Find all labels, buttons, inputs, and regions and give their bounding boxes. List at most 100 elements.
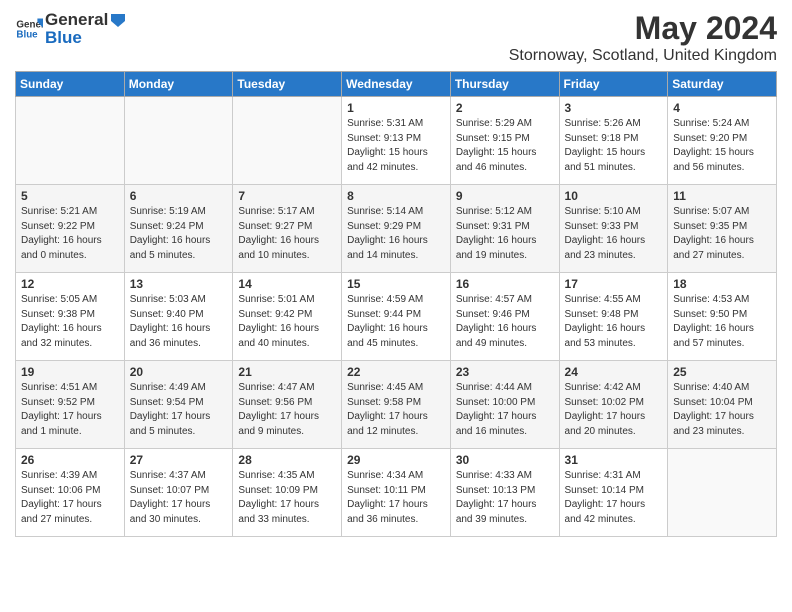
- day-number: 27: [130, 453, 228, 467]
- day-detail: Sunrise: 4:44 AM Sunset: 10:00 PM Daylig…: [456, 381, 554, 439]
- calendar-cell: 20Sunrise: 4:49 AM Sunset: 9:54 PM Dayli…: [124, 361, 233, 449]
- day-number: 24: [565, 365, 663, 379]
- calendar-cell: 13 Sunrise: 5:03 AM Sunset: 9:40 PM Dayli…: [124, 273, 233, 361]
- day-detail: Sunrise: 4:59 AM Sunset: 9:44 PM Dayligh…: [347, 293, 445, 351]
- calendar-cell: 17Sunrise: 4:55 AM Sunset: 9:48 PM Dayli…: [559, 273, 668, 361]
- day-detail: Sunrise: 5:31 AM Sunset: 9:13 PM Dayligh…: [347, 117, 445, 175]
- day-detail: Sunrise: 4:47 AM Sunset: 9:56 PM Dayligh…: [238, 381, 336, 439]
- day-detail: Sunrise: 4:40 AM Sunset: 10:04 PM Daylig…: [673, 381, 771, 439]
- calendar-cell: 1Sunrise: 5:31 AM Sunset: 9:13 PM Daylig…: [342, 97, 451, 185]
- day-number: 5: [21, 189, 119, 203]
- calendar-cell: 11 Sunrise: 5:07 AM Sunset: 9:35 PM Dayli…: [668, 185, 777, 273]
- day-number: 2: [456, 101, 554, 115]
- day-detail: Sunrise: 5:26 AM Sunset: 9:18 PM Dayligh…: [565, 117, 663, 175]
- calendar-cell: 5Sunrise: 5:21 AM Sunset: 9:22 PM Daylig…: [16, 185, 125, 273]
- calendar-cell: 10Sunrise: 5:10 AM Sunset: 9:33 PM Dayli…: [559, 185, 668, 273]
- calendar-header-row: SundayMondayTuesdayWednesdayThursdayFrid…: [16, 72, 777, 97]
- day-number: 9: [456, 189, 554, 203]
- day-number: 6: [130, 189, 228, 203]
- day-detail: Sunrise: 5:05 AM Sunset: 9:38 PM Dayligh…: [21, 293, 119, 351]
- calendar-cell: [233, 97, 342, 185]
- calendar-cell: 2 Sunrise: 5:29 AM Sunset: 9:15 PM Daylig…: [450, 97, 559, 185]
- calendar-cell: 31 Sunrise: 4:31 AM Sunset: 10:14 PM Dayl…: [559, 449, 668, 537]
- day-detail: Sunrise: 5:03 AM Sunset: 9:40 PM Dayligh…: [130, 293, 228, 351]
- day-number: 28: [238, 453, 336, 467]
- logo-icon: General Blue: [15, 15, 43, 43]
- calendar-cell: 3 Sunrise: 5:26 AM Sunset: 9:18 PM Daylig…: [559, 97, 668, 185]
- day-number: 17: [565, 277, 663, 291]
- day-detail: Sunrise: 4:57 AM Sunset: 9:46 PM Dayligh…: [456, 293, 554, 351]
- day-number: 31: [565, 453, 663, 467]
- calendar-table: SundayMondayTuesdayWednesdayThursdayFrid…: [15, 71, 777, 537]
- day-detail: Sunrise: 4:45 AM Sunset: 9:58 PM Dayligh…: [347, 381, 445, 439]
- day-number: 23: [456, 365, 554, 379]
- day-number: 29: [347, 453, 445, 467]
- day-number: 19: [21, 365, 119, 379]
- svg-text:Blue: Blue: [16, 29, 38, 40]
- calendar-week-1: 1Sunrise: 5:31 AM Sunset: 9:13 PM Daylig…: [16, 97, 777, 185]
- day-number: 18: [673, 277, 771, 291]
- day-detail: Sunrise: 4:42 AM Sunset: 10:02 PM Daylig…: [565, 381, 663, 439]
- calendar-cell: 23 Sunrise: 4:44 AM Sunset: 10:00 PM Dayl…: [450, 361, 559, 449]
- day-number: 3: [565, 101, 663, 115]
- logo-general-text: General: [45, 10, 108, 30]
- calendar-cell: 25Sunrise: 4:40 AM Sunset: 10:04 PM Dayl…: [668, 361, 777, 449]
- day-detail: Sunrise: 4:51 AM Sunset: 9:52 PM Dayligh…: [21, 381, 119, 439]
- day-detail: Sunrise: 5:17 AM Sunset: 9:27 PM Dayligh…: [238, 205, 336, 263]
- column-header-friday: Friday: [559, 72, 668, 97]
- day-number: 22: [347, 365, 445, 379]
- day-number: 13: [130, 277, 228, 291]
- day-number: 11: [673, 189, 771, 203]
- day-detail: Sunrise: 4:53 AM Sunset: 9:50 PM Dayligh…: [673, 293, 771, 351]
- calendar-cell: 12 Sunrise: 5:05 AM Sunset: 9:38 PM Dayli…: [16, 273, 125, 361]
- calendar-subtitle: Stornoway, Scotland, United Kingdom: [509, 47, 777, 65]
- calendar-cell: 9 Sunrise: 5:12 AM Sunset: 9:31 PM Daylig…: [450, 185, 559, 273]
- calendar-cell: [16, 97, 125, 185]
- logo-arrow-icon: [109, 11, 127, 29]
- calendar-cell: 28 Sunrise: 4:35 AM Sunset: 10:09 PM Dayl…: [233, 449, 342, 537]
- calendar-cell: 24 Sunrise: 4:42 AM Sunset: 10:02 PM Dayl…: [559, 361, 668, 449]
- calendar-cell: 18 Sunrise: 4:53 AM Sunset: 9:50 PM Dayli…: [668, 273, 777, 361]
- day-detail: Sunrise: 4:33 AM Sunset: 10:13 PM Daylig…: [456, 469, 554, 527]
- day-number: 30: [456, 453, 554, 467]
- day-number: 16: [456, 277, 554, 291]
- day-number: 26: [21, 453, 119, 467]
- day-number: 20: [130, 365, 228, 379]
- title-area: May 2024 Stornoway, Scotland, United Kin…: [509, 10, 777, 65]
- day-number: 12: [21, 277, 119, 291]
- day-number: 10: [565, 189, 663, 203]
- day-detail: Sunrise: 5:24 AM Sunset: 9:20 PM Dayligh…: [673, 117, 771, 175]
- day-number: 21: [238, 365, 336, 379]
- calendar-cell: 16 Sunrise: 4:57 AM Sunset: 9:46 PM Dayli…: [450, 273, 559, 361]
- day-detail: Sunrise: 4:39 AM Sunset: 10:06 PM Daylig…: [21, 469, 119, 527]
- calendar-cell: 7 Sunrise: 5:17 AM Sunset: 9:27 PM Daylig…: [233, 185, 342, 273]
- column-header-thursday: Thursday: [450, 72, 559, 97]
- header: General Blue General Blue May 2024 Storn…: [15, 10, 777, 65]
- day-number: 7: [238, 189, 336, 203]
- day-detail: Sunrise: 5:07 AM Sunset: 9:35 PM Dayligh…: [673, 205, 771, 263]
- calendar-cell: 15 Sunrise: 4:59 AM Sunset: 9:44 PM Dayli…: [342, 273, 451, 361]
- calendar-week-5: 26 Sunrise: 4:39 AM Sunset: 10:06 PM Dayl…: [16, 449, 777, 537]
- day-detail: Sunrise: 5:14 AM Sunset: 9:29 PM Dayligh…: [347, 205, 445, 263]
- day-detail: Sunrise: 4:34 AM Sunset: 10:11 PM Daylig…: [347, 469, 445, 527]
- day-detail: Sunrise: 5:12 AM Sunset: 9:31 PM Dayligh…: [456, 205, 554, 263]
- column-header-sunday: Sunday: [16, 72, 125, 97]
- calendar-cell: 14 Sunrise: 5:01 AM Sunset: 9:42 PM Dayli…: [233, 273, 342, 361]
- day-detail: Sunrise: 4:31 AM Sunset: 10:14 PM Daylig…: [565, 469, 663, 527]
- calendar-body: 1Sunrise: 5:31 AM Sunset: 9:13 PM Daylig…: [16, 97, 777, 537]
- day-detail: Sunrise: 5:29 AM Sunset: 9:15 PM Dayligh…: [456, 117, 554, 175]
- day-detail: Sunrise: 5:01 AM Sunset: 9:42 PM Dayligh…: [238, 293, 336, 351]
- calendar-cell: 27Sunrise: 4:37 AM Sunset: 10:07 PM Dayl…: [124, 449, 233, 537]
- day-detail: Sunrise: 4:35 AM Sunset: 10:09 PM Daylig…: [238, 469, 336, 527]
- logo-blue-text: Blue: [45, 28, 127, 48]
- calendar-week-4: 19 Sunrise: 4:51 AM Sunset: 9:52 PM Dayli…: [16, 361, 777, 449]
- calendar-cell: [124, 97, 233, 185]
- calendar-cell: 26 Sunrise: 4:39 AM Sunset: 10:06 PM Dayl…: [16, 449, 125, 537]
- calendar-cell: [668, 449, 777, 537]
- day-number: 4: [673, 101, 771, 115]
- logo: General Blue General Blue: [15, 10, 127, 48]
- column-header-tuesday: Tuesday: [233, 72, 342, 97]
- column-header-monday: Monday: [124, 72, 233, 97]
- day-number: 15: [347, 277, 445, 291]
- day-number: 14: [238, 277, 336, 291]
